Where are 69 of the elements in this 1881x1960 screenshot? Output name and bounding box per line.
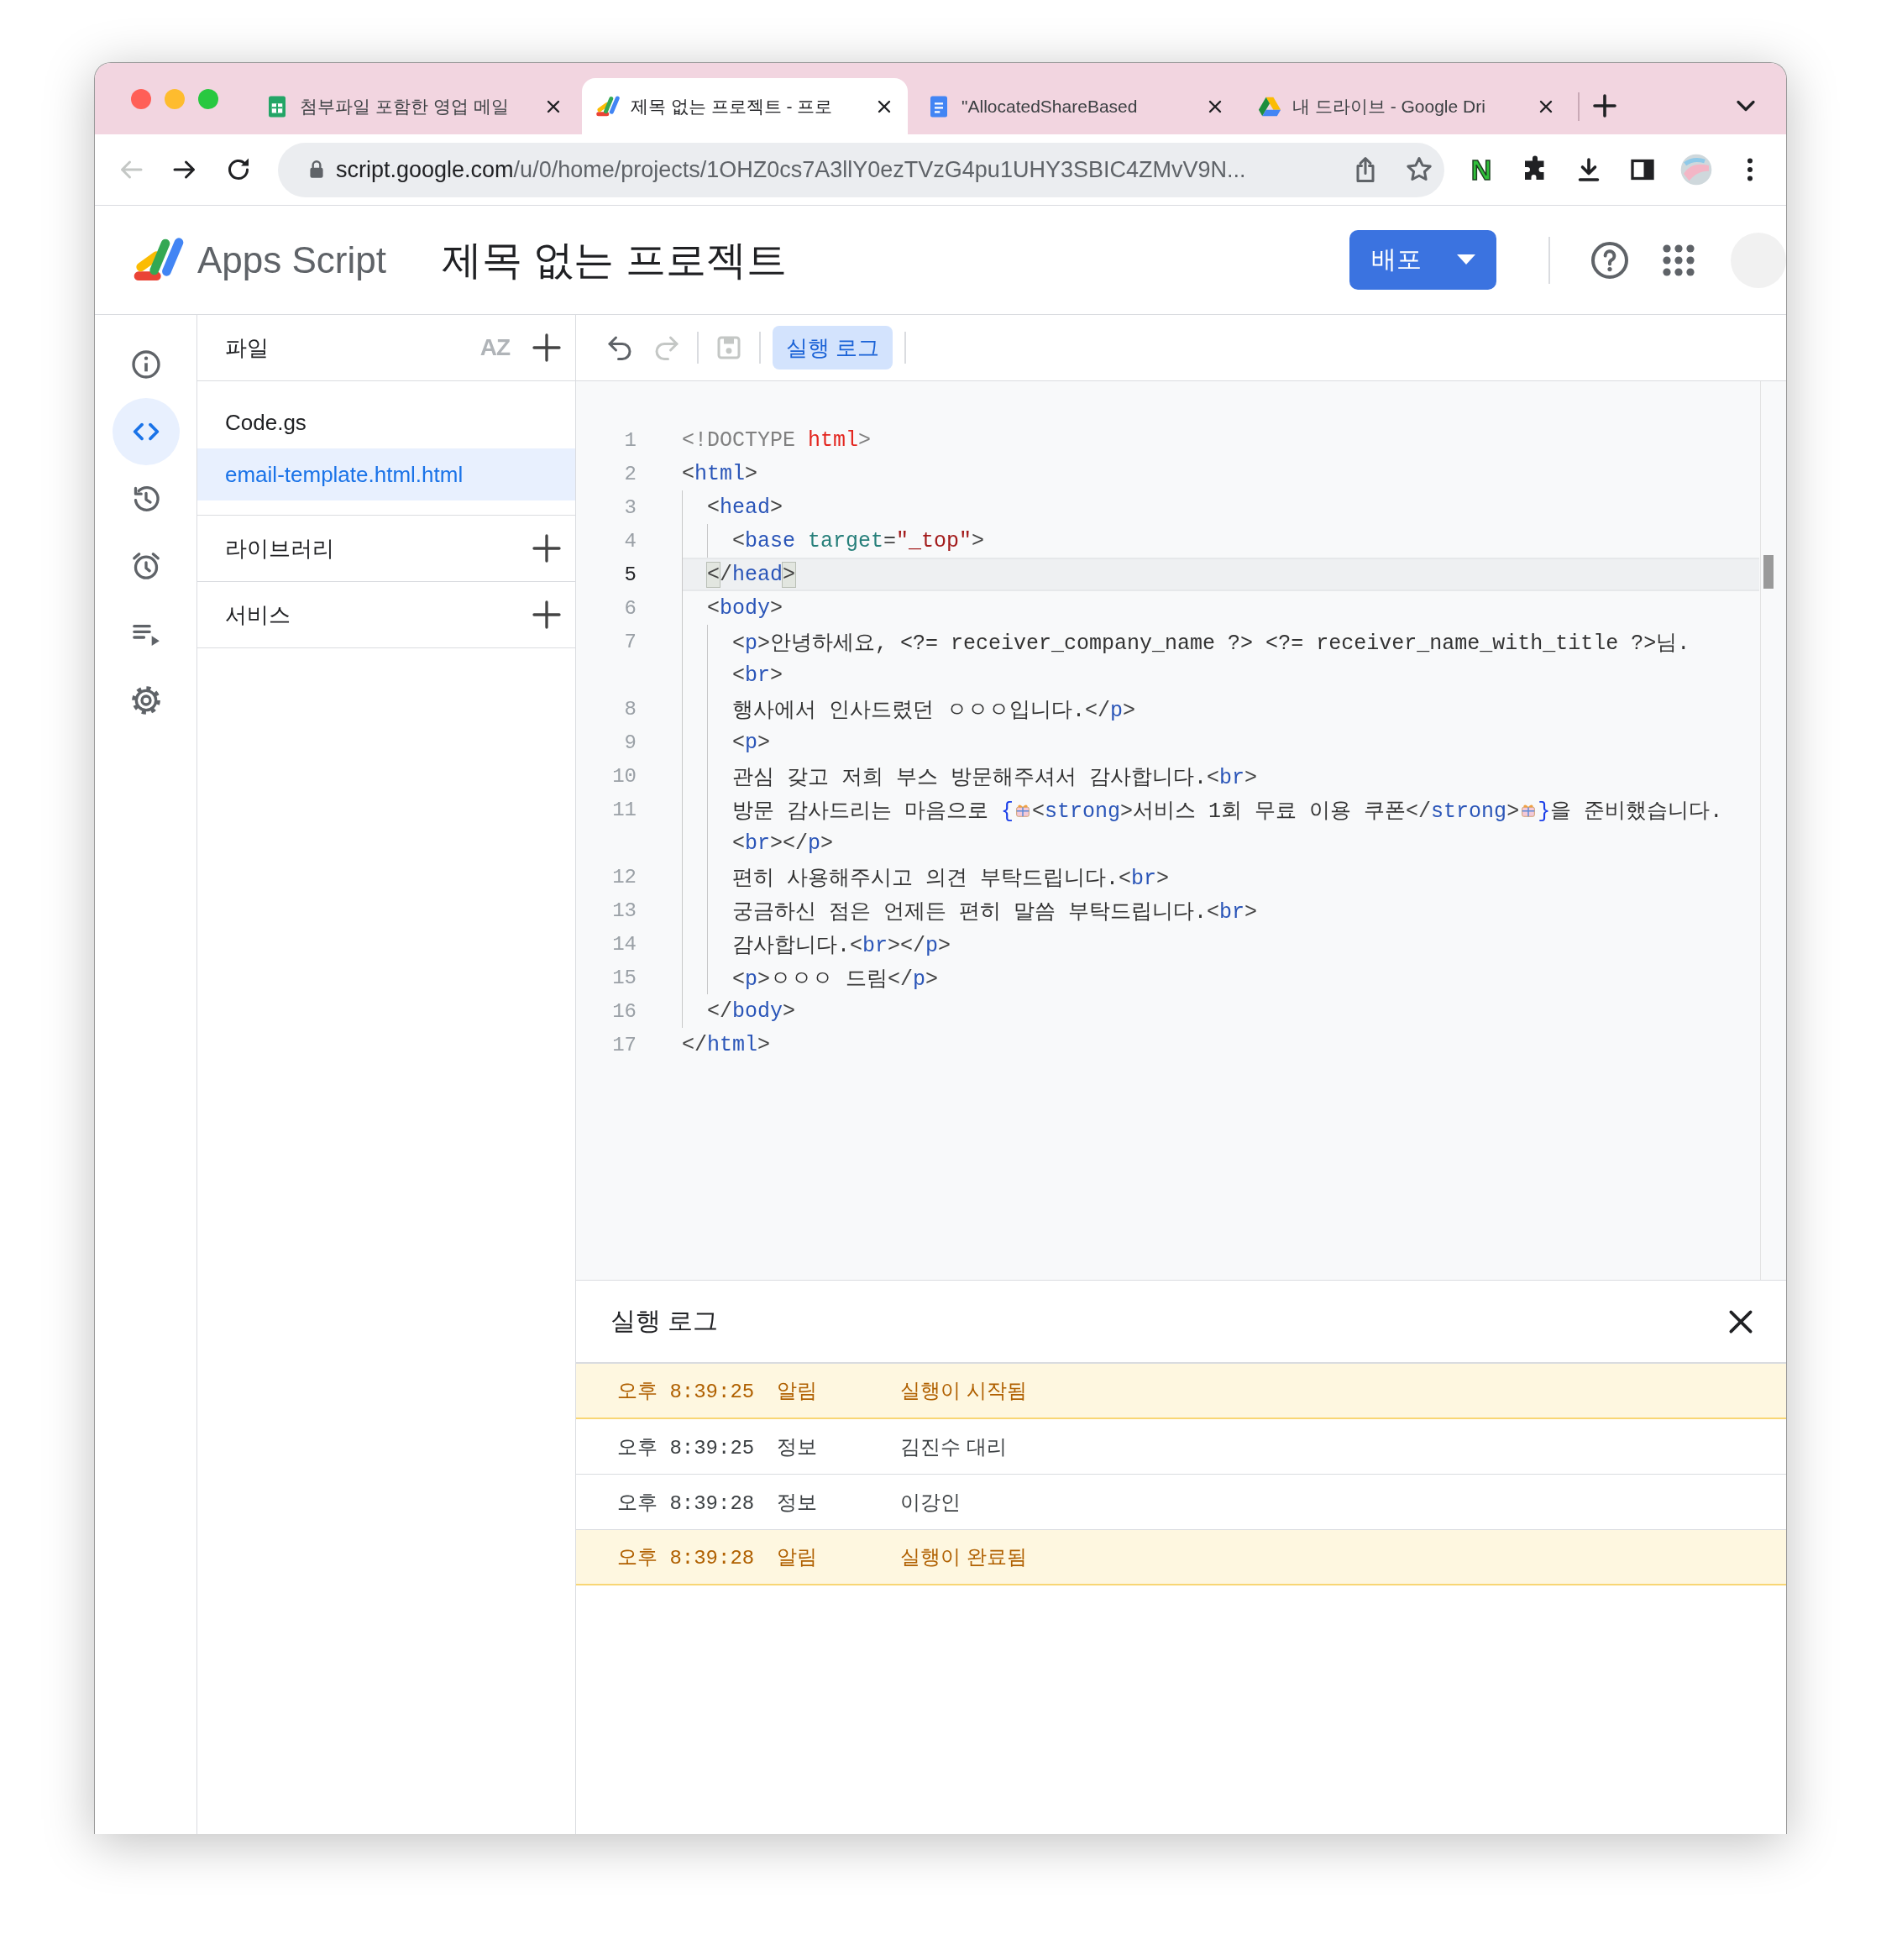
line-number: 12 (611, 865, 637, 888)
browser-tab[interactable]: 내 드라이브 - Google Dri (1244, 78, 1569, 134)
code-text: </head> (707, 562, 796, 587)
execution-log-button[interactable]: 실행 로그 (773, 326, 893, 369)
line-number: 1 (623, 428, 637, 452)
line-number: 17 (611, 1033, 637, 1056)
code-text: 방문 감사드리는 마음으로 { (732, 798, 1014, 824)
log-message: 실행이 완료됨 (900, 1544, 1028, 1570)
scrollbar-thumb[interactable] (1763, 555, 1774, 589)
log-message: 김진수 대리 (900, 1433, 1008, 1460)
line-number: 4 (623, 529, 637, 553)
log-time: 오후 8:39:28 (617, 1491, 756, 1516)
code-text: <strong>서비스 1회 무료 이용 쿠폰</strong> (1032, 798, 1520, 824)
browser-tab[interactable]: "AllocatedShareBased (913, 78, 1239, 134)
url-text: script.google.com/u/0/home/projects/1OHZ0cs7A3llY0ezTVzG4pu1UHY3SBIC4ZMvV9N... (336, 156, 1247, 183)
code-text: <p>ㅇㅇㅇ 드림</p> (732, 966, 939, 992)
line-number: 16 (611, 999, 637, 1023)
log-time: 오후 8:39:25 (617, 1380, 756, 1404)
line-number: 15 (611, 966, 637, 989)
code-text: </body> (707, 998, 796, 1024)
log-time: 오후 8:39:28 (617, 1546, 756, 1570)
code-text: <br></p> (732, 831, 834, 856)
log-level: 알림 (777, 1378, 818, 1403)
line-number: 3 (623, 495, 637, 519)
section-title: 서비스 (225, 600, 291, 629)
log-level: 알림 (777, 1544, 818, 1570)
code-text: 행사에서 인사드렸던 ㅇㅇㅇ입니다.</p> (732, 697, 1136, 723)
project-title[interactable]: 제목 없는 프로젝트 (442, 233, 787, 287)
line-number: 6 (623, 596, 637, 620)
line-number: 8 (623, 697, 637, 721)
browser-tab[interactable]: 첨부파일 포함한 영업 메일 (251, 78, 577, 134)
code-text: <p> (732, 730, 771, 755)
code-text: <body> (707, 595, 783, 621)
line-number: 5 (623, 563, 637, 586)
code-text: 궁금하신 점은 언제든 편히 말씀 부탁드립니다.<br> (732, 899, 1258, 925)
log-time: 오후 8:39:25 (617, 1435, 756, 1460)
line-number: 14 (611, 932, 637, 956)
code-text: <head> (707, 495, 783, 520)
file-item[interactable]: email-template.html.html (197, 448, 575, 500)
code-text: <br> (732, 663, 783, 688)
file-item[interactable]: Code.gs (197, 396, 575, 448)
line-number: 13 (611, 899, 637, 922)
code-text: 관심 갖고 저희 부스 방문해주셔서 감사합니다.<br> (732, 764, 1258, 790)
code-text: </html> (682, 1032, 771, 1057)
section-title: 파일 (225, 333, 269, 362)
code-text: 감사합니다.<br></p> (732, 932, 951, 958)
code-text: <base target="_top"> (732, 528, 985, 553)
code-text: <p>안녕하세요, <?= receiver_company_name ?> <?= receiver_name_with_title ?>님. (732, 630, 1690, 656)
product-name: Apps Script (197, 238, 386, 281)
code-text: 편히 사용해주시고 의견 부탁드립니다.<br> (732, 865, 1170, 891)
address-bar[interactable]: script.google.com/u/0/home/projects/1OHZ0cs7A3llY0ezTVzG4pu1UHY3SBIC4ZMvV9N... (278, 142, 1444, 197)
line-number: 10 (611, 764, 637, 788)
log-message: 실행이 시작됨 (900, 1378, 1028, 1403)
line-number: 2 (623, 462, 637, 485)
browser-tab[interactable]: 제목 없는 프로젝트 - 프로 (582, 78, 908, 134)
line-number: 9 (623, 731, 637, 754)
code-text: <!DOCTYPE html> (682, 427, 872, 453)
panel-title: 실행 로그 (610, 1306, 719, 1336)
help-icon[interactable] (1590, 239, 1630, 280)
line-number: 7 (623, 630, 637, 653)
deploy-button[interactable]: 배포 (1349, 230, 1496, 290)
code-text: }을 준비했습니다. (1538, 798, 1723, 824)
section-title: 라이브러리 (225, 534, 334, 563)
log-level: 정보 (777, 1489, 818, 1515)
log-level: 정보 (777, 1433, 818, 1460)
code-text: <html> (682, 461, 758, 486)
line-number: 11 (611, 798, 637, 821)
log-message: 이강인 (900, 1489, 961, 1515)
caret-icon (1456, 254, 1475, 266)
